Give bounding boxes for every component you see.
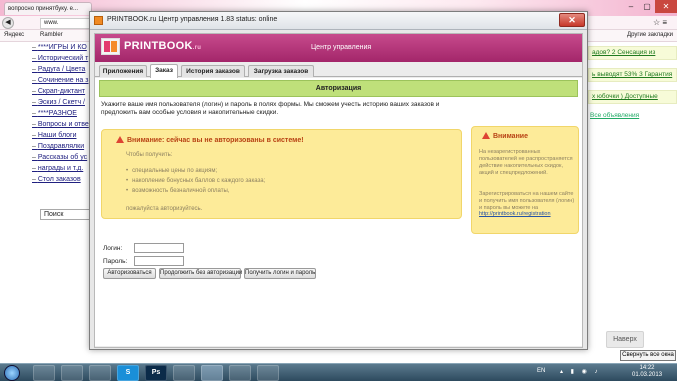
app-icon [94,16,103,25]
app-header-title: Центр управления [311,44,372,51]
app-panel: PRINTBOOK.ru Центр управления Приложения… [94,33,583,348]
skype-taskbar-icon[interactable]: S [117,365,139,381]
sidebar-link[interactable]: Наши блоги [32,130,89,141]
tab-applications[interactable]: Приложения [99,65,147,77]
app-taskbar-icon[interactable] [89,365,111,381]
registration-link[interactable]: http://printbook.ru/registration [479,211,551,217]
tab-order[interactable]: Заказ [150,64,178,78]
left-sidebar: ****ИГРЫ И КОИсторический тРадуга / Цвет… [0,42,94,362]
sidebar-link[interactable]: Вопросы и отве [32,119,89,130]
scroll-up-button[interactable]: Наверх [606,331,644,348]
list-item: накопление бонусных баллов с каждого зак… [126,176,265,186]
taskbar: S Ps EN ▴ ▮ ◉ ♪ 14:22 01.03.2013 [0,363,677,381]
app-taskbar-icon[interactable] [257,365,279,381]
benefits-list: специальные цены по акциям; накопление б… [126,166,265,196]
password-field[interactable] [134,256,184,266]
get-credentials-button[interactable]: Получить логин и пароль [244,268,316,279]
warning-panel: Внимание: сейчас вы не авторизованы в си… [101,129,462,219]
tooltip: Свернуть все окна [620,350,676,361]
printbook-taskbar-icon[interactable] [201,365,223,381]
clock-time: 14:22 [639,365,655,371]
warning-footer: пожалуйста авторизуйтесь. [126,206,203,212]
search-input[interactable]: Поиск [40,209,94,220]
sidebar-link[interactable]: Радуга / Цвета [32,64,89,75]
camera-taskbar-icon[interactable] [229,365,251,381]
logo-main: PRINTBOOK [124,40,193,52]
side-warning-panel: Внимание На незарегистрованных пользоват… [471,126,579,234]
star-icon[interactable]: ☆ ≡ [653,18,667,27]
clock[interactable]: 14:22 01.03.2013 [632,365,662,379]
system-tray-icon[interactable]: ▴ ▮ ◉ ♪ [560,368,601,375]
photoshop-taskbar-icon[interactable]: Ps [145,365,167,381]
sidebar-link[interactable]: ****РАЗНОЕ [32,108,89,119]
warning-icon [116,136,124,143]
minimize-icon[interactable]: – [623,0,639,13]
app-header: PRINTBOOK.ru Центр управления [95,34,582,62]
sidebar-link[interactable]: награды и т.д. [32,163,89,174]
close-icon[interactable]: ✕ [655,0,677,13]
window-close-button[interactable]: ✕ [559,13,585,27]
clock-date: 01.03.2013 [632,372,663,378]
back-icon[interactable]: ◀ [2,17,14,29]
side-warning-text: На незарегистрованных пользователей не р… [479,149,573,176]
folder-taskbar-icon[interactable] [61,365,83,381]
warning-lead: Чтобы получить: [126,152,173,158]
bookmark-rambler[interactable]: Rambler [40,30,63,41]
logo: PRINTBOOK.ru [124,40,201,52]
password-label: Пароль: [103,258,128,265]
maximize-icon[interactable]: ▢ [639,0,655,13]
continue-without-login-button[interactable]: Продолжить без авторизации [159,268,242,279]
sidebar-link[interactable]: Исторический т [32,53,89,64]
content-area: Авторизация Укажите ваше имя пользовател… [95,78,582,346]
bookmark-yandex[interactable]: Яндекс [4,30,24,41]
sidebar-link[interactable]: Скрап-диктант [32,86,89,97]
login-field[interactable] [134,243,184,253]
browser-tab[interactable]: вопросно принятбуку. е... [4,2,92,15]
sidebar-link[interactable]: Поздравлялки [32,141,89,152]
side-warning-text-2: Зарегистрироваться на нашем сайте и полу… [479,191,575,211]
all-ads-link[interactable]: Все объявления [590,112,677,119]
tab-bar: Приложения Заказ История заказов Загрузк… [95,63,582,78]
bookmark-other[interactable]: Другие закладки [627,30,673,41]
chrome-taskbar-icon[interactable] [33,365,55,381]
logo-icon [101,38,120,55]
logo-suffix: .ru [192,45,202,51]
sidebar-link[interactable]: Эскиз / Скетч / [32,97,89,108]
tab-order-upload[interactable]: Загрузка заказов [248,65,314,77]
login-label: Логин: [103,245,123,252]
start-button[interactable] [4,365,20,381]
ad-item[interactable]: х юбочки ) Доступные [588,90,677,104]
printbook-window: PRINTBOOK.ru Центр управления 1.83 statu… [89,11,588,350]
sidebar-link[interactable]: Стол заказов [32,174,89,185]
warning-title-text: Внимание: сейчас вы не авторизованы в си… [127,137,304,144]
window-title-bar[interactable]: PRINTBOOK.ru Центр управления 1.83 statu… [90,12,587,30]
language-indicator[interactable]: EN [537,368,545,374]
sidebar-link[interactable]: Сочинение на з [32,75,89,86]
browser-window-controls: – ▢ ✕ [623,0,677,13]
ad-item[interactable]: ь выводят 53% 3 Гарантия [588,68,677,82]
ad-item[interactable]: адов? 2 Сенсация из [588,46,677,60]
sidebar-link[interactable]: ****ИГРЫ И КО [32,42,89,53]
warning-icon [482,132,490,139]
side-warning-title-text: Внимание [493,133,528,140]
list-item: возможность безналичной оплаты, [126,186,265,196]
intro-text: Укажите ваше имя пользователя (логин) и … [101,101,440,116]
side-warning-title: Внимание [482,132,528,140]
warning-title: Внимание: сейчас вы не авторизованы в си… [116,136,304,144]
window-title: PRINTBOOK.ru Центр управления 1.83 statu… [107,16,278,23]
section-title: Авторизация [99,80,578,97]
login-button[interactable]: Авторизоваться [103,268,156,279]
word-taskbar-icon[interactable] [173,365,195,381]
sidebar-link[interactable]: Рассказы об ус [32,152,89,163]
list-item: специальные цены по акциям; [126,166,265,176]
left-links-list: ****ИГРЫ И КОИсторический тРадуга / Цвет… [32,42,89,185]
right-ads-column: адов? 2 Сенсация из ь выводят 53% 3 Гара… [588,46,677,119]
tab-order-history[interactable]: История заказов [181,65,245,77]
